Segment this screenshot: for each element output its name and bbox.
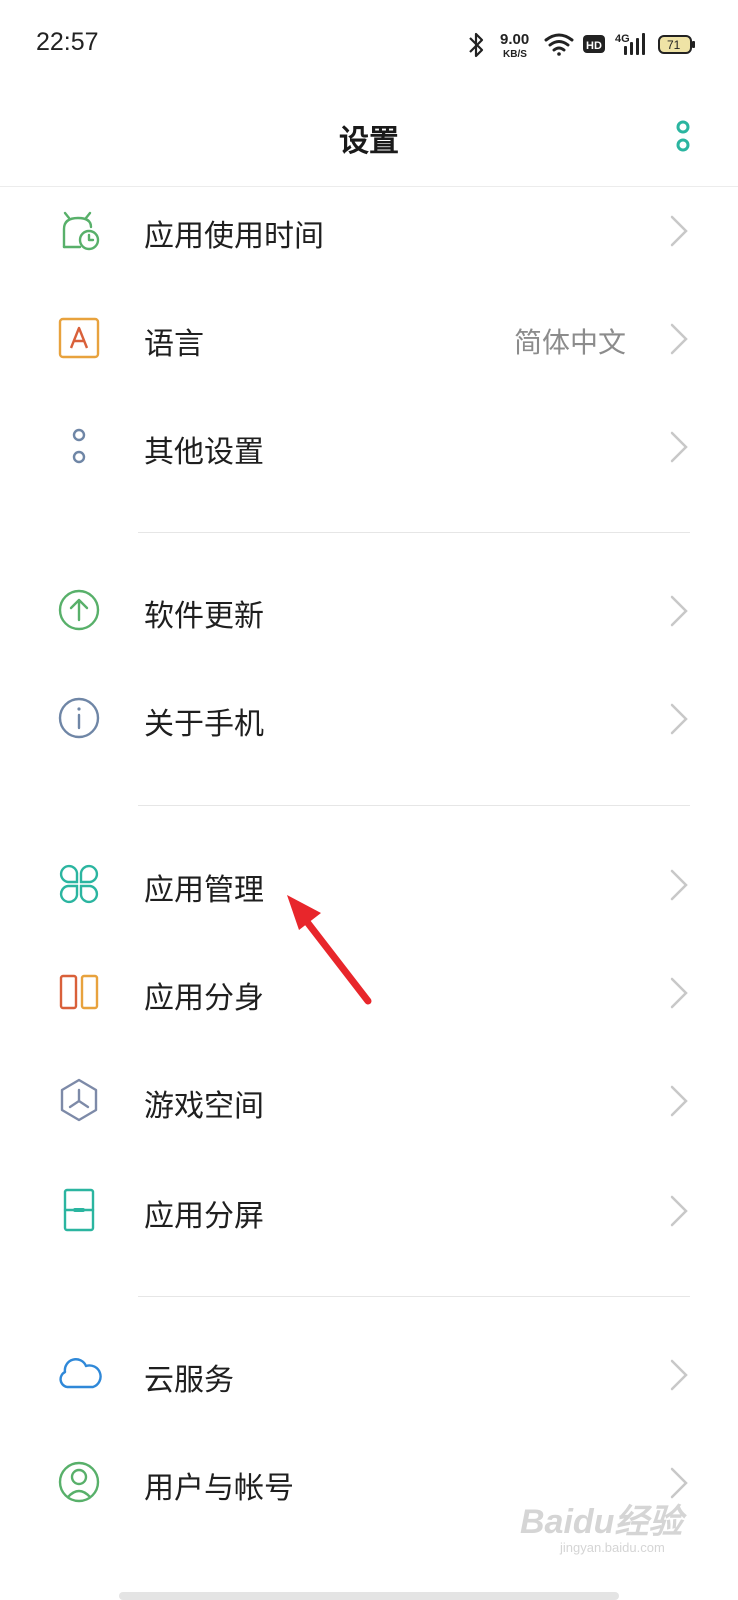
settings-item-about-phone[interactable]: 关于手机 — [0, 668, 738, 778]
app-usage-time-icon — [62, 211, 100, 251]
wifi-icon — [544, 33, 574, 56]
chevron-right-icon — [670, 323, 688, 355]
more-vertical-icon[interactable] — [668, 118, 698, 154]
settings-item-label: 其他设置 — [144, 435, 264, 470]
divider — [138, 805, 690, 806]
settings-item-label: 语言 — [144, 327, 204, 362]
navigation-gesture-bar[interactable] — [119, 1592, 619, 1600]
chevron-right-icon — [670, 869, 688, 901]
settings-item-label: 软件更新 — [144, 599, 264, 634]
cloud-service-icon — [59, 1358, 102, 1389]
settings-item-app-usage-time[interactable]: 应用使用时间 — [0, 180, 738, 290]
settings-item-app-clone[interactable]: 应用分身 — [0, 942, 738, 1052]
net-speed-unit: KB/S — [503, 49, 527, 60]
settings-item-split-screen[interactable]: 应用分屏 — [0, 1160, 738, 1270]
page-title: 设置 — [339, 124, 399, 159]
status-time: 22:57 — [36, 28, 99, 56]
baidu-watermark: Baidu经验 jingyan.baidu.com — [520, 1494, 710, 1564]
settings-item-label: 应用管理 — [144, 873, 264, 908]
chevron-right-icon — [670, 703, 688, 735]
software-update-icon — [58, 589, 100, 631]
settings-item-label: 用户与帐号 — [144, 1471, 294, 1506]
settings-item-language[interactable]: 语言 简体中文 — [0, 288, 738, 398]
chevron-right-icon — [670, 595, 688, 627]
app-clone-icon — [59, 974, 99, 1010]
settings-item-label: 游戏空间 — [144, 1089, 264, 1124]
chevron-right-icon — [670, 1085, 688, 1117]
net-speed-value: 9.00 — [500, 31, 529, 48]
game-space-icon — [60, 1078, 98, 1122]
hd-badge: HD — [586, 40, 602, 52]
settings-item-app-management[interactable]: 应用管理 — [0, 834, 738, 944]
settings-item-label: 应用使用时间 — [144, 219, 324, 254]
chevron-right-icon — [670, 977, 688, 1009]
chevron-right-icon — [670, 1195, 688, 1227]
split-screen-icon — [63, 1188, 95, 1232]
watermark-site: jingyan.baidu.com — [560, 1540, 665, 1555]
settings-item-value: 简体中文 — [513, 326, 626, 359]
settings-item-label: 关于手机 — [144, 707, 264, 742]
settings-item-label: 云服务 — [144, 1363, 234, 1398]
watermark-brand: Baidu经验 — [520, 1503, 683, 1541]
other-settings-icon — [72, 428, 86, 464]
settings-item-cloud-service[interactable]: 云服务 — [0, 1324, 738, 1434]
settings-item-game-space[interactable]: 游戏空间 — [0, 1050, 738, 1160]
settings-item-label: 应用分身 — [144, 981, 264, 1016]
language-icon — [58, 317, 100, 359]
chevron-right-icon — [670, 215, 688, 247]
bluetooth-icon — [469, 32, 484, 58]
status-bar: 22:57 9.00 KB/S HD 4G 71 — [0, 0, 738, 90]
status-icons: 9.00 KB/S HD 4G 71 — [469, 31, 695, 60]
user-account-icon — [58, 1461, 100, 1503]
about-phone-icon — [58, 697, 100, 739]
header: 设置 — [0, 90, 738, 187]
battery-level: 71 — [667, 38, 681, 52]
divider — [138, 1296, 690, 1297]
divider — [138, 532, 690, 533]
network-type: 4G — [615, 33, 630, 45]
chevron-right-icon — [670, 1359, 688, 1391]
settings-item-label: 应用分屏 — [144, 1199, 264, 1234]
app-management-icon — [59, 864, 99, 904]
settings-item-software-update[interactable]: 软件更新 — [0, 560, 738, 670]
settings-item-other-settings[interactable]: 其他设置 — [0, 396, 738, 506]
chevron-right-icon — [670, 431, 688, 463]
